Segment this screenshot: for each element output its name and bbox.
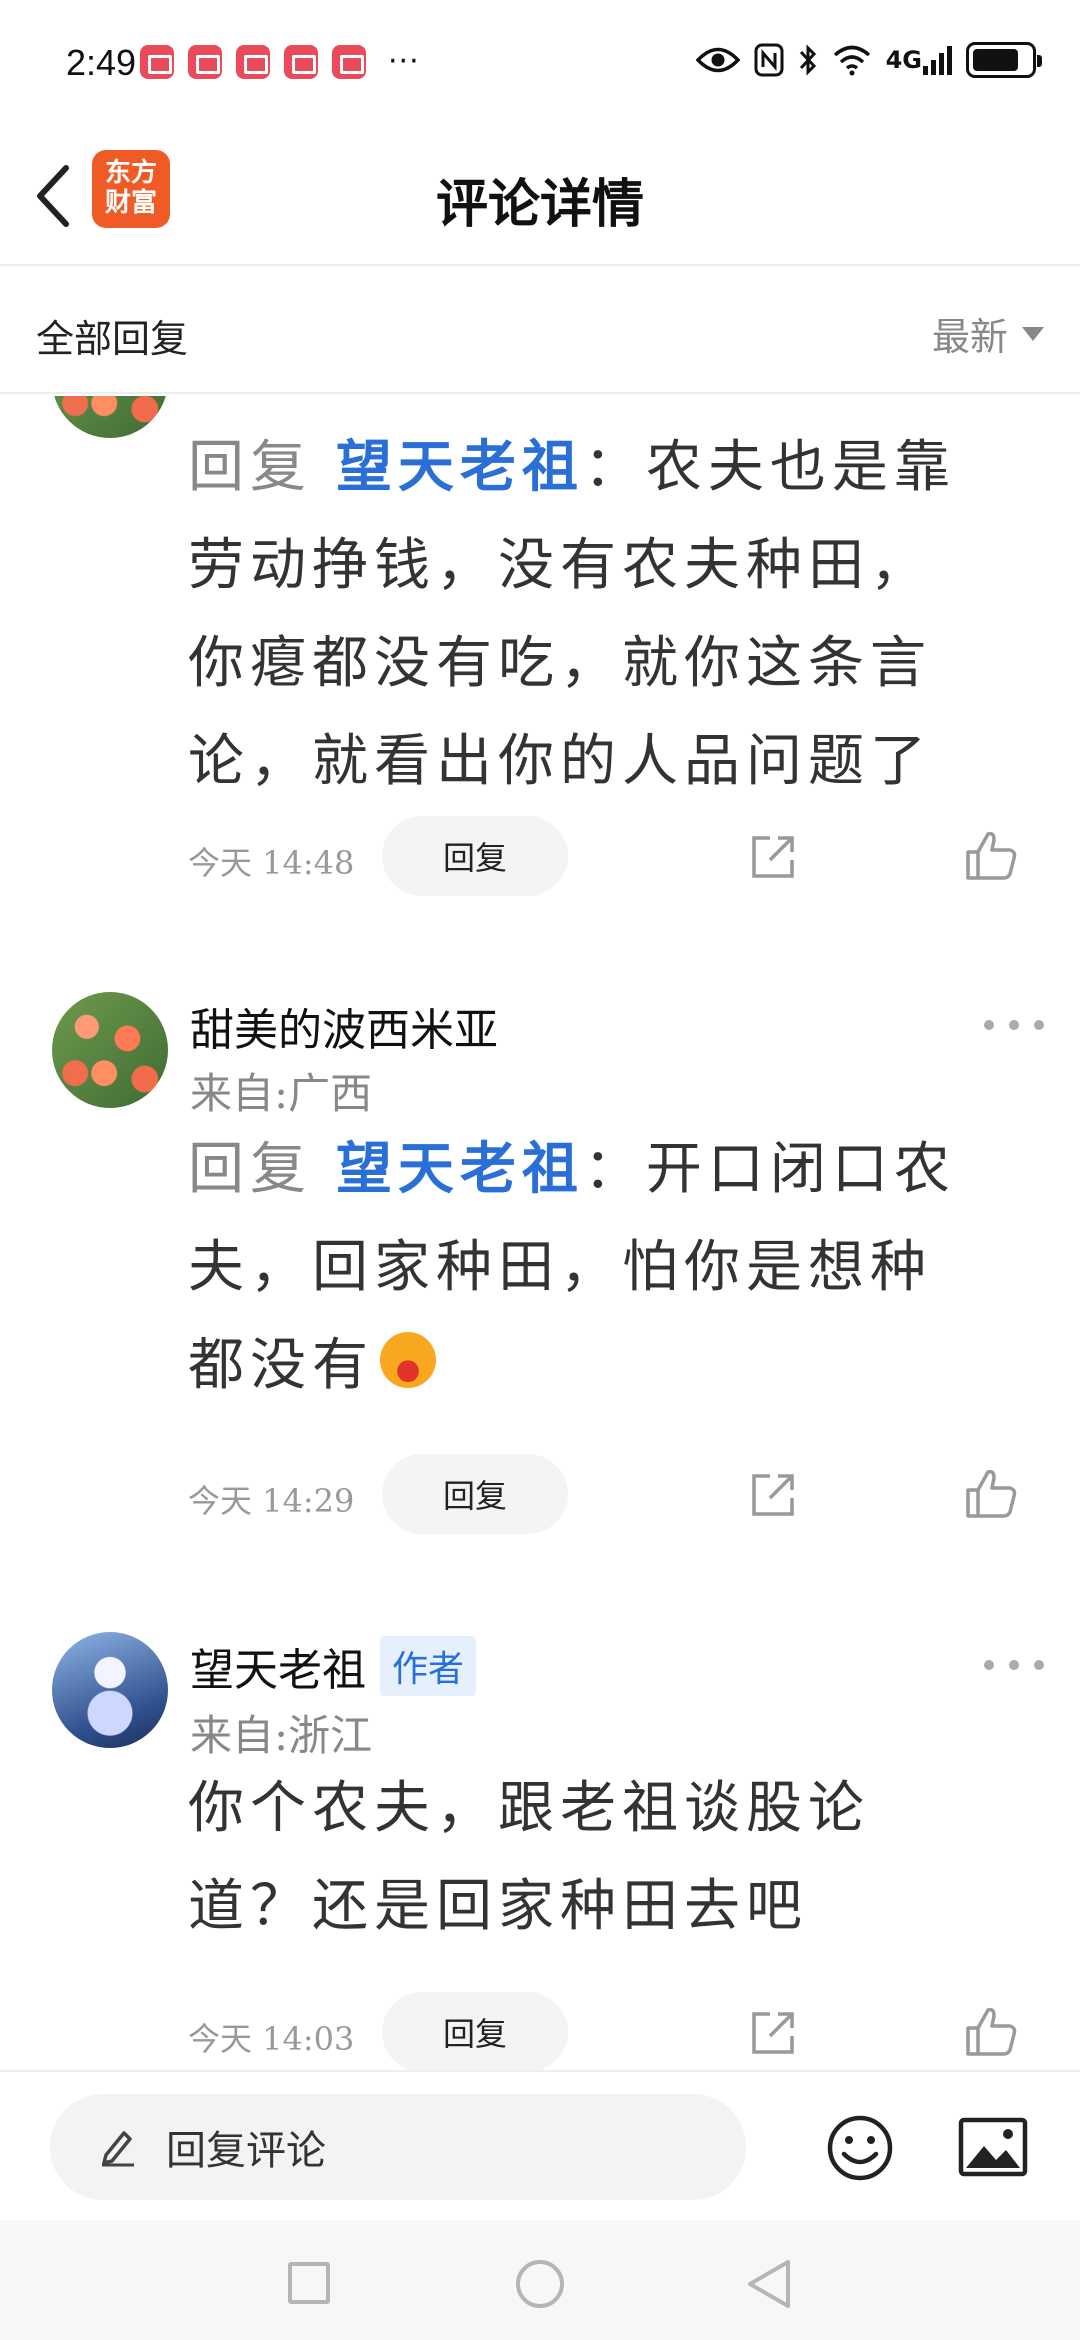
avatar[interactable] <box>52 992 168 1108</box>
like-thumb-icon[interactable] <box>964 2004 1018 2058</box>
avatar[interactable] <box>52 396 168 438</box>
reply-placeholder: 回复评论 <box>166 2128 326 2174</box>
comment-item: 回复 望天老祖：农夫也是靠 劳动挣钱，没有农夫种田， 你瘪都没有吃，就你这条言 … <box>0 396 1080 956</box>
comment-time: 今天 14:29 <box>188 1482 355 1520</box>
recent-apps-button[interactable] <box>288 2262 330 2304</box>
notification-icons: ··· <box>140 44 420 79</box>
reply-input-bar: 回复评论 <box>0 2070 1080 2220</box>
commenter-location: 来自:浙江 <box>190 1711 373 1760</box>
home-button[interactable] <box>516 2260 564 2308</box>
emoji-picker-icon[interactable] <box>826 2114 894 2182</box>
laughing-emoji-icon <box>380 1332 436 1388</box>
status-time: 2:49 <box>66 42 137 83</box>
commenter-name[interactable]: 望天老祖 作者 <box>190 1634 477 1698</box>
more-notifications-icon: ··· <box>388 44 420 79</box>
comment-item: 甜美的波西米亚 来自:广西 回复 望天老祖：开口闭口农 夫，回家种田，怕你是想种… <box>0 992 1080 1612</box>
reply-button[interactable]: 回复 <box>382 1992 568 2072</box>
reading-app-icon <box>236 44 270 79</box>
nfc-icon <box>754 40 784 80</box>
comment-time: 今天 14:48 <box>188 844 355 882</box>
pencil-icon <box>102 2131 134 2167</box>
all-replies-label: 全部回复 <box>36 317 189 361</box>
sort-label: 最新 <box>931 315 1008 359</box>
share-icon[interactable] <box>748 2008 798 2058</box>
author-badge: 作者 <box>380 1636 477 1696</box>
dropdown-triangle-icon <box>1022 326 1044 341</box>
reply-button[interactable]: 回复 <box>382 816 568 896</box>
wifi-icon <box>832 40 872 80</box>
huawei-app-icon <box>188 44 222 79</box>
sort-dropdown[interactable]: 最新 <box>932 306 1044 361</box>
comment-meta: 今天 14:03 回复 <box>188 1992 1048 2072</box>
status-bar: 2:49 ··· 4G <box>0 0 1080 120</box>
comment-item: 望天老祖 作者 来自:浙江 你个农夫，跟老祖谈股论 道？还是回家种田去吧 今天 … <box>0 1632 1080 2072</box>
mention-link[interactable]: 望天老祖 <box>336 1136 584 1202</box>
image-picker-icon[interactable] <box>958 2116 1028 2178</box>
system-back-button[interactable] <box>744 2258 794 2310</box>
page-title: 评论详情 <box>435 174 644 235</box>
commenter-location: 来自:广西 <box>190 1069 373 1118</box>
system-nav-bar <box>0 2220 1080 2340</box>
comment-body: 回复 望天老祖：开口闭口农 夫，回家种田，怕你是想种 都没有 <box>188 1136 956 1398</box>
reply-button[interactable]: 回复 <box>382 1454 568 1534</box>
reply-filter-bar: 全部回复 最新 <box>0 268 1080 394</box>
reading-app-icon <box>332 44 366 79</box>
share-icon[interactable] <box>748 1470 798 1520</box>
like-thumb-icon[interactable] <box>964 1466 1018 1520</box>
commenter-name[interactable]: 甜美的波西米亚 <box>190 994 498 1058</box>
reading-app-icon <box>284 44 318 79</box>
reading-app-icon <box>140 44 174 79</box>
cellular-signal-icon: 4G <box>886 40 952 80</box>
more-options-icon[interactable] <box>984 1650 1044 1680</box>
avatar[interactable] <box>52 1632 168 1748</box>
comment-body: 你个农夫，跟老祖谈股论 道？还是回家种田去吧 <box>188 1776 870 1939</box>
bluetooth-icon <box>798 40 818 80</box>
reply-comment-input[interactable]: 回复评论 <box>50 2094 746 2200</box>
comment-body: 回复 望天老祖：农夫也是靠 劳动挣钱，没有农夫种田， 你瘪都没有吃，就你这条言 … <box>188 434 956 794</box>
status-icons: 4G <box>695 40 1042 80</box>
eye-icon <box>695 40 740 80</box>
comment-time: 今天 14:03 <box>188 2020 355 2058</box>
like-thumb-icon[interactable] <box>964 828 1018 882</box>
share-icon[interactable] <box>748 832 798 882</box>
comment-meta: 今天 14:29 回复 <box>188 1454 1048 1534</box>
app-header: 东方 财富 评论详情 <box>0 120 1080 266</box>
mention-link[interactable]: 望天老祖 <box>336 434 584 500</box>
more-options-icon[interactable] <box>984 1010 1044 1040</box>
battery-icon <box>966 42 1042 78</box>
comment-meta: 今天 14:48 回复 <box>188 816 1048 896</box>
comment-list[interactable]: 回复 望天老祖：农夫也是靠 劳动挣钱，没有农夫种田， 你瘪都没有吃，就你这条言 … <box>0 396 1080 2072</box>
